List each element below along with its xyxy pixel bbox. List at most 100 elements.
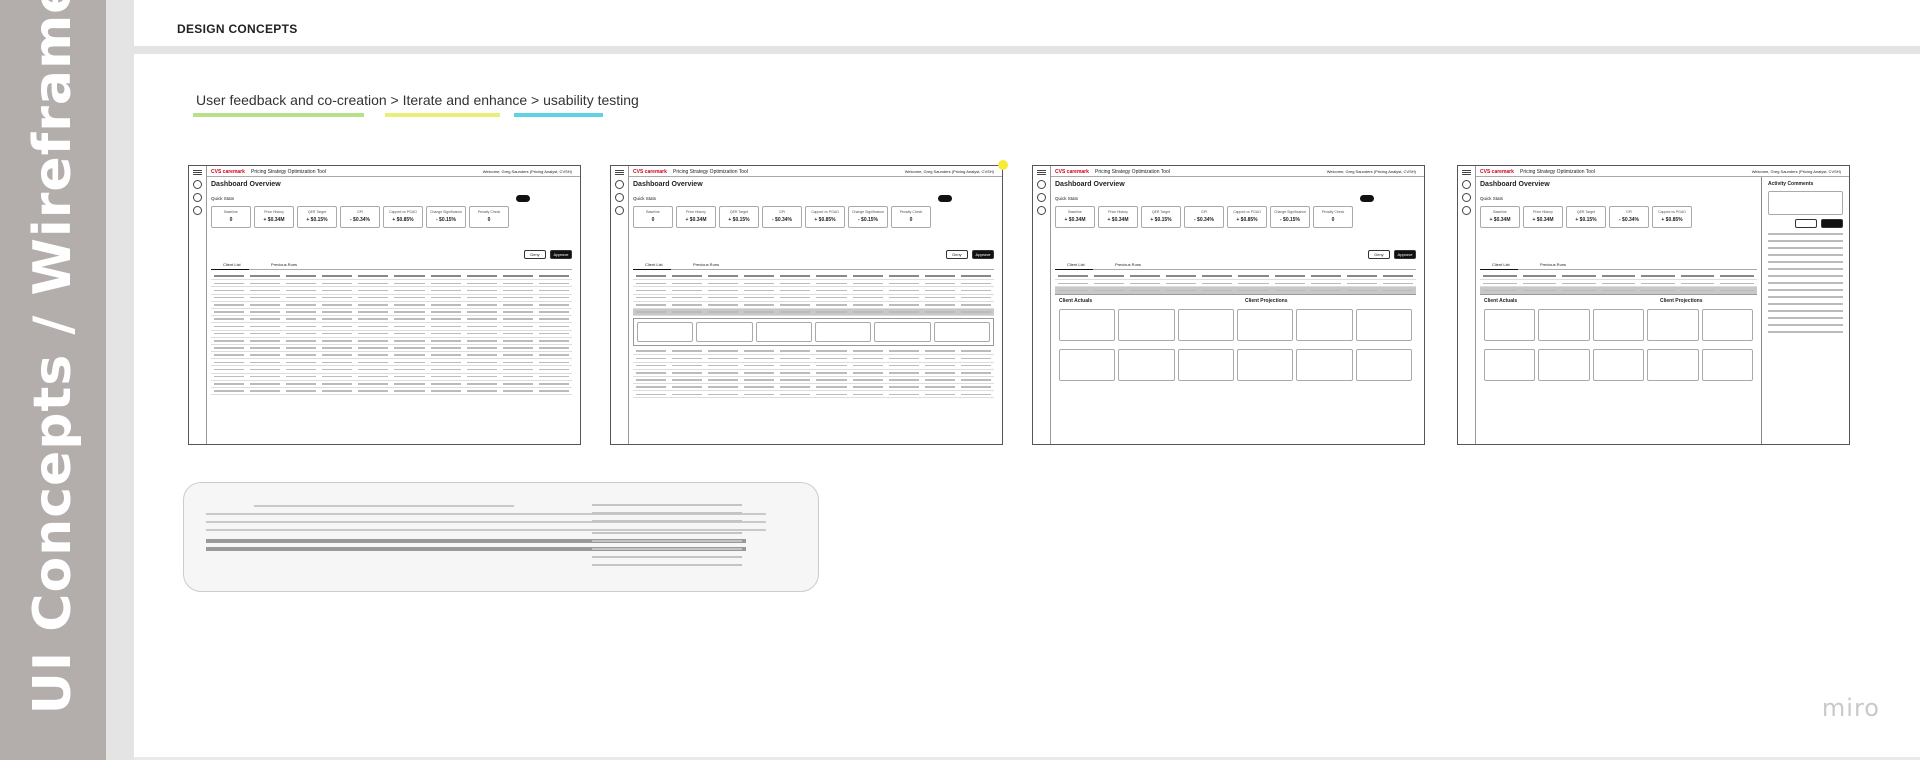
stat-card[interactable]: GPI - $0.34% <box>340 206 380 228</box>
stat-card[interactable]: Baseline + $0.34M <box>1055 206 1095 228</box>
table-row[interactable] <box>633 348 994 356</box>
table-row[interactable] <box>211 331 572 338</box>
stat-card[interactable]: QER Target + $0.15% <box>1566 206 1606 228</box>
deny-button[interactable]: Deny <box>1368 250 1390 259</box>
nav-icon[interactable] <box>193 193 202 202</box>
quick-stats-toggle[interactable] <box>938 195 952 202</box>
stat-card[interactable]: QER Target + $0.15% <box>719 206 759 228</box>
tab-client-list[interactable]: Client List <box>645 262 663 267</box>
nav-icon[interactable] <box>193 206 202 215</box>
nav-icon[interactable] <box>1462 206 1471 215</box>
table-row[interactable] <box>633 355 994 363</box>
table-row[interactable] <box>1055 280 1416 288</box>
wireframe-dashboard-2[interactable]: CVS caremark Pricing Strategy Optimizati… <box>610 165 1003 445</box>
menu-icon[interactable] <box>1037 170 1046 171</box>
table-row[interactable] <box>633 377 994 385</box>
nav-icon[interactable] <box>1037 206 1046 215</box>
stat-card[interactable]: Capped vs PGAO + $0.85% <box>383 206 423 228</box>
tab-previous-runs[interactable]: Previous Runs <box>271 262 297 267</box>
quick-stats-toggle[interactable] <box>1360 195 1374 202</box>
tab-previous-runs[interactable]: Previous Runs <box>1115 262 1141 267</box>
comment-input[interactable] <box>1768 191 1843 215</box>
stat-card[interactable]: Penalty Check 0 <box>469 206 509 228</box>
stat-card[interactable]: GPI - $0.34% <box>762 206 802 228</box>
stat-card[interactable]: QER Target + $0.15% <box>297 206 337 228</box>
tab-previous-runs[interactable]: Previous Runs <box>693 262 719 267</box>
menu-icon[interactable] <box>193 170 202 171</box>
wireframe-dashboard-1[interactable]: CVS caremark Pricing Strategy Optimizati… <box>188 165 581 445</box>
table-row[interactable] <box>211 309 572 317</box>
table-row[interactable] <box>633 391 994 399</box>
table-row[interactable] <box>211 287 572 295</box>
approve-button[interactable]: Approve <box>550 250 572 259</box>
page-title: DESIGN CONCEPTS <box>177 22 298 36</box>
table-row[interactable] <box>211 374 572 381</box>
wireframe-dashboard-4[interactable]: CVS caremark Pricing Strategy Optimizati… <box>1457 165 1850 445</box>
table-row[interactable] <box>211 352 572 360</box>
table-row[interactable] <box>633 295 994 302</box>
metric-tiles <box>1480 345 1757 385</box>
nav-icon[interactable] <box>615 193 624 202</box>
stat-card[interactable]: Capped vs PGAO + $0.85% <box>805 206 845 228</box>
table-row[interactable] <box>211 366 572 374</box>
stat-card[interactable]: Baseline 0 <box>211 206 251 228</box>
table-row[interactable] <box>633 302 994 309</box>
tab-client-list[interactable]: Client List <box>1492 262 1510 267</box>
stat-card[interactable]: Capped vs PGAO + $0.85% <box>1652 206 1692 228</box>
table-row[interactable] <box>211 381 572 388</box>
table-row[interactable] <box>211 316 572 324</box>
stat-card[interactable]: Price History + $0.34M <box>1098 206 1138 228</box>
stat-card[interactable]: Baseline 0 <box>633 206 673 228</box>
stat-card[interactable]: Penalty Check 0 <box>891 206 931 228</box>
stat-card[interactable]: GPI - $0.34% <box>1609 206 1649 228</box>
nav-icon[interactable] <box>1037 180 1046 189</box>
nav-icon[interactable] <box>193 180 202 189</box>
nav-icon[interactable] <box>1462 193 1471 202</box>
table-row[interactable] <box>211 345 572 353</box>
table-row[interactable] <box>1480 280 1757 288</box>
table-row[interactable] <box>211 388 572 396</box>
menu-icon[interactable] <box>1462 170 1471 171</box>
table-row[interactable] <box>633 370 994 377</box>
tab-previous-runs[interactable]: Previous Runs <box>1540 262 1566 267</box>
table-row[interactable] <box>633 280 994 288</box>
stat-card[interactable]: Change Significance - $0.15% <box>426 206 466 228</box>
tab-client-list[interactable]: Client List <box>223 262 241 267</box>
stat-card[interactable]: Penalty Check 0 <box>1313 206 1353 228</box>
nav-icon[interactable] <box>615 180 624 189</box>
table-row[interactable] <box>633 287 994 295</box>
table-row[interactable] <box>211 323 572 331</box>
stat-card[interactable]: Change Significance - $0.15% <box>1270 206 1310 228</box>
stat-card[interactable]: Capped vs PGAO + $0.85% <box>1227 206 1267 228</box>
wireframe-dashboard-3[interactable]: CVS caremark Pricing Strategy Optimizati… <box>1032 165 1425 445</box>
deny-button[interactable]: Deny <box>524 250 546 259</box>
approve-button[interactable]: Approve <box>1394 250 1416 259</box>
menu-icon[interactable] <box>615 170 624 171</box>
stat-card[interactable]: GPI - $0.34% <box>1184 206 1224 228</box>
stat-card[interactable]: Baseline + $0.34M <box>1480 206 1520 228</box>
nav-icon[interactable] <box>1037 193 1046 202</box>
submit-button[interactable] <box>1821 219 1843 228</box>
welcome-text: Welcome, Greg Saunders (Pricing Analyst,… <box>904 169 994 174</box>
deny-button[interactable]: Deny <box>946 250 968 259</box>
table-row[interactable] <box>633 384 994 392</box>
tab-client-list[interactable]: Client List <box>1067 262 1085 267</box>
table-row[interactable] <box>211 280 572 288</box>
table-row[interactable] <box>211 338 572 345</box>
app-title: Pricing Strategy Optimization Tool <box>673 169 748 175</box>
approve-button[interactable]: Approve <box>972 250 994 259</box>
table-row[interactable] <box>211 302 572 309</box>
cancel-button[interactable] <box>1795 219 1817 228</box>
stat-card[interactable]: Price History + $0.34M <box>1523 206 1563 228</box>
stat-card[interactable]: QER Target + $0.15% <box>1141 206 1181 228</box>
table-row[interactable] <box>211 295 572 302</box>
stat-card[interactable]: Price History + $0.34M <box>676 206 716 228</box>
stat-card[interactable]: Change Significance - $0.15% <box>848 206 888 228</box>
nav-icon[interactable] <box>1462 180 1471 189</box>
quick-stats-toggle[interactable] <box>516 195 530 202</box>
table-row[interactable] <box>633 363 994 370</box>
nav-icon[interactable] <box>615 206 624 215</box>
stat-card[interactable]: Price History + $0.34M <box>254 206 294 228</box>
table-row[interactable] <box>211 359 572 367</box>
table-row-selected[interactable] <box>633 308 994 317</box>
